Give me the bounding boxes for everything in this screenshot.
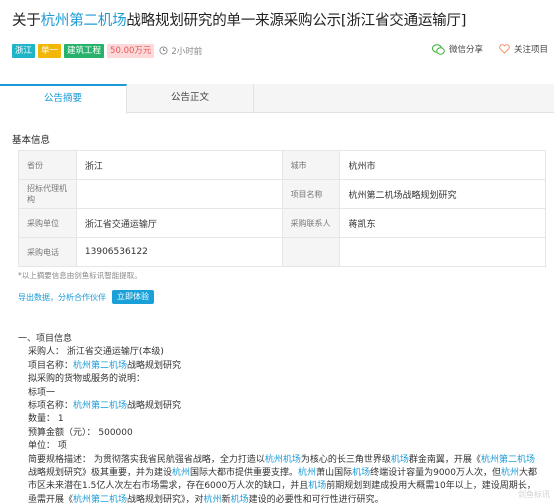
description-text: 萧山国际 — [316, 468, 353, 479]
empty-label — [281, 237, 341, 267]
spec-description: 简要规格描述： 为贯彻落实我省民航强省战略，全力打造以杭州机场为核心的长三角世界… — [18, 454, 542, 504]
buyer-value: 浙江省交通运输厅 — [75, 208, 283, 238]
description-text: 战略规划研究》极其重要，并为建设 — [28, 468, 173, 479]
basic-info-table: 省份 浙江 城市 杭州市 招标代理机构 项目名称 杭州第二机场战略规划研究 采购… — [18, 150, 546, 267]
empty-value — [339, 237, 546, 267]
description-text: 战略规划研究》，对 — [127, 494, 204, 504]
project-name-label: 项目名称 — [281, 179, 341, 209]
description-text: 建设的必要性和可行性进行研究。 — [248, 494, 384, 504]
keyword-highlight: 机场 — [390, 454, 409, 465]
procurement-type-tag[interactable]: 单一 — [38, 43, 62, 58]
tab-full-text[interactable]: 公告正文 — [127, 84, 254, 113]
action-bar: 微信分享 关注项目 — [416, 43, 548, 55]
description-text: 群金南翼，开展《 — [408, 454, 481, 465]
description-text: 新 — [221, 494, 231, 504]
unit-line: 单位： 项 — [28, 441, 67, 452]
tab-summary[interactable]: 公告摘要 — [0, 84, 127, 114]
lot-name-line: 标项名称：杭州第二机场战略规划研究 — [28, 401, 182, 412]
tab-bar: 公告摘要 公告正文 — [0, 84, 554, 114]
keyword-highlight: 杭州第二机场 — [480, 454, 535, 465]
phone-label: 采购电话 — [18, 237, 77, 267]
keyword-highlight: 杭州机场 — [264, 454, 301, 465]
province-label: 省份 — [18, 150, 77, 180]
lot-heading: 标项一 — [28, 387, 56, 398]
section-heading: 一、项目信息 — [18, 334, 73, 344]
publish-time: 2小时前 — [159, 45, 202, 57]
region-tag[interactable]: 浙江 — [12, 43, 36, 58]
keyword-highlight: 杭州 — [203, 494, 222, 504]
wechat-share-button[interactable]: 微信分享 — [431, 43, 483, 55]
contact-value: 蒋凯东 — [339, 208, 546, 238]
city-label: 城市 — [281, 150, 341, 180]
description-text: 终端设计容量为9000万人次，但 — [370, 468, 501, 479]
keyword-highlight: 杭州 — [501, 468, 520, 479]
description-text: 国际大都市提供重要支撑。 — [190, 468, 299, 479]
description-text: 为核心的长三角世界级 — [300, 454, 391, 465]
table-row: 招标代理机构 项目名称 杭州第二机场战略规划研究 — [18, 179, 546, 209]
keyword-highlight: 杭州 — [172, 468, 191, 479]
try-now-button[interactable]: 立即体验 — [112, 290, 154, 304]
keyword-highlight: 机场 — [352, 468, 371, 479]
goods-description-line: 拟采购的货物或服务的说明： — [28, 374, 146, 385]
clock-icon — [159, 46, 168, 55]
keyword-highlight: 机场 — [230, 494, 249, 504]
project-name-value: 杭州第二机场战略规划研究 — [339, 179, 546, 209]
keyword-highlight: 机场 — [308, 481, 327, 492]
export-data-link[interactable]: 导出数据，分析合作伙伴 — [18, 292, 106, 303]
province-value: 浙江 — [75, 150, 283, 180]
table-row: 采购单位 浙江省交通运输厅 采购联系人 蒋凯东 — [18, 208, 546, 238]
basic-info-heading: 基本信息 — [12, 135, 51, 146]
contact-label: 采购联系人 — [281, 208, 341, 238]
project-name-line: 项目名称：杭州第二机场战略规划研究 — [28, 360, 182, 371]
city-value: 杭州市 — [339, 150, 546, 180]
page-title: 关于杭州第二机场战略规划研究的单一来源采购公示[浙江省交通运输厅] — [12, 13, 467, 29]
table-row: 省份 浙江 城市 杭州市 — [18, 150, 546, 180]
buyer-label: 采购单位 — [18, 208, 77, 238]
extraction-note: *以上摘要信息由剑鱼标讯智能提取。 — [18, 271, 142, 280]
industry-tag[interactable]: 建筑工程 — [64, 43, 105, 58]
agency-value — [75, 179, 283, 209]
buyer-line: 采购人： 浙江省交通运输厅(本级) — [28, 347, 164, 358]
follow-project-button[interactable]: 关注项目 — [499, 43, 548, 55]
budget-line: 预算金额（元）： 500000 — [28, 427, 133, 438]
wechat-icon — [431, 43, 445, 55]
quantity-line: 数量： 1 — [28, 414, 64, 425]
table-row: 采购电话 13906536122 — [18, 237, 546, 267]
description-text: 简要规格描述： 为贯彻落实我省民航强省战略，全力打造以 — [28, 454, 265, 465]
keyword-highlight: 杭州 — [298, 468, 317, 479]
announcement-body: 一、项目信息 采购人： 浙江省交通运输厅(本级) 项目名称：杭州第二机场战略规划… — [18, 333, 546, 504]
phone-value: 13906536122 — [75, 237, 283, 267]
keyword-highlight: 杭州第二机场 — [73, 494, 128, 504]
export-row: 导出数据，分析合作伙伴 立即体验 — [18, 290, 154, 304]
watermark: 剑鱼标讯 — [518, 490, 550, 499]
amount-tag: 50.00万元 — [107, 43, 155, 58]
agency-label: 招标代理机构 — [18, 179, 77, 209]
tag-row: 浙江 单一 建筑工程 50.00万元 2小时前 — [12, 43, 202, 58]
heart-icon — [499, 44, 510, 54]
